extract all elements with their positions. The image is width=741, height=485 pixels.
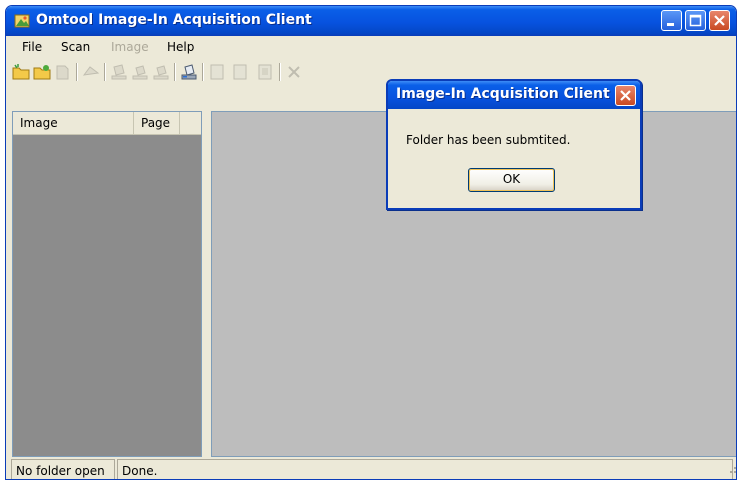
toolbar-separator [202, 63, 204, 81]
status-message: Done. [117, 459, 733, 479]
dialog-title: Image-In Acquisition Client [396, 86, 610, 102]
panel-splitter[interactable] [202, 111, 211, 457]
status-folder: No folder open [11, 459, 115, 479]
toolbar-separator [279, 63, 281, 81]
close-button[interactable] [709, 10, 730, 31]
toolbar-separator [174, 63, 176, 81]
dialog-title-bar[interactable]: Image-In Acquisition Client [388, 81, 640, 109]
resize-grip-icon[interactable] [729, 462, 737, 474]
column-header-page[interactable]: Page [134, 112, 180, 134]
app-icon [14, 14, 30, 28]
minimize-icon [667, 23, 674, 26]
title-bar[interactable]: Omtool Image-In Acquisition Client [6, 6, 736, 36]
ok-button[interactable]: OK [468, 168, 555, 192]
toolbar-separator [76, 63, 78, 81]
close-icon [620, 90, 631, 101]
scan-icon[interactable] [110, 63, 128, 81]
dialog-close-button[interactable] [615, 85, 636, 106]
menu-file[interactable]: File [22, 40, 42, 54]
page-replace-icon[interactable] [256, 63, 274, 81]
submit-icon[interactable] [82, 63, 100, 81]
close-icon [714, 15, 725, 26]
page-icon[interactable] [208, 63, 226, 81]
maximize-icon [689, 14, 702, 27]
menu-bar: File Scan Image Help [6, 36, 736, 58]
toolbar-separator [104, 63, 106, 81]
dialog-message: Folder has been submtited. [406, 133, 571, 147]
image-list[interactable]: Image Page [12, 111, 202, 457]
scanner-settings-icon[interactable] [180, 63, 198, 81]
delete-icon[interactable] [285, 63, 303, 81]
menu-help[interactable]: Help [167, 40, 194, 54]
page-insert-icon[interactable] [231, 63, 249, 81]
minimize-button[interactable] [661, 10, 682, 31]
menu-scan[interactable]: Scan [61, 40, 90, 54]
menu-image[interactable]: Image [111, 40, 149, 54]
main-window: Omtool Image-In Acquisition Client File … [5, 5, 737, 480]
message-dialog: Image-In Acquisition Client Folder has b… [386, 79, 642, 210]
new-folder-icon[interactable] [12, 63, 30, 81]
close-folder-icon[interactable] [54, 63, 72, 81]
window-title: Omtool Image-In Acquisition Client [36, 12, 312, 28]
status-bar: No folder open Done. [11, 459, 737, 479]
scan-append-icon[interactable] [131, 63, 149, 81]
open-folder-icon[interactable] [33, 63, 51, 81]
list-header: Image Page [13, 112, 201, 135]
maximize-button[interactable] [685, 10, 706, 31]
column-header-image[interactable]: Image [13, 112, 134, 134]
scan-insert-icon[interactable] [152, 63, 170, 81]
